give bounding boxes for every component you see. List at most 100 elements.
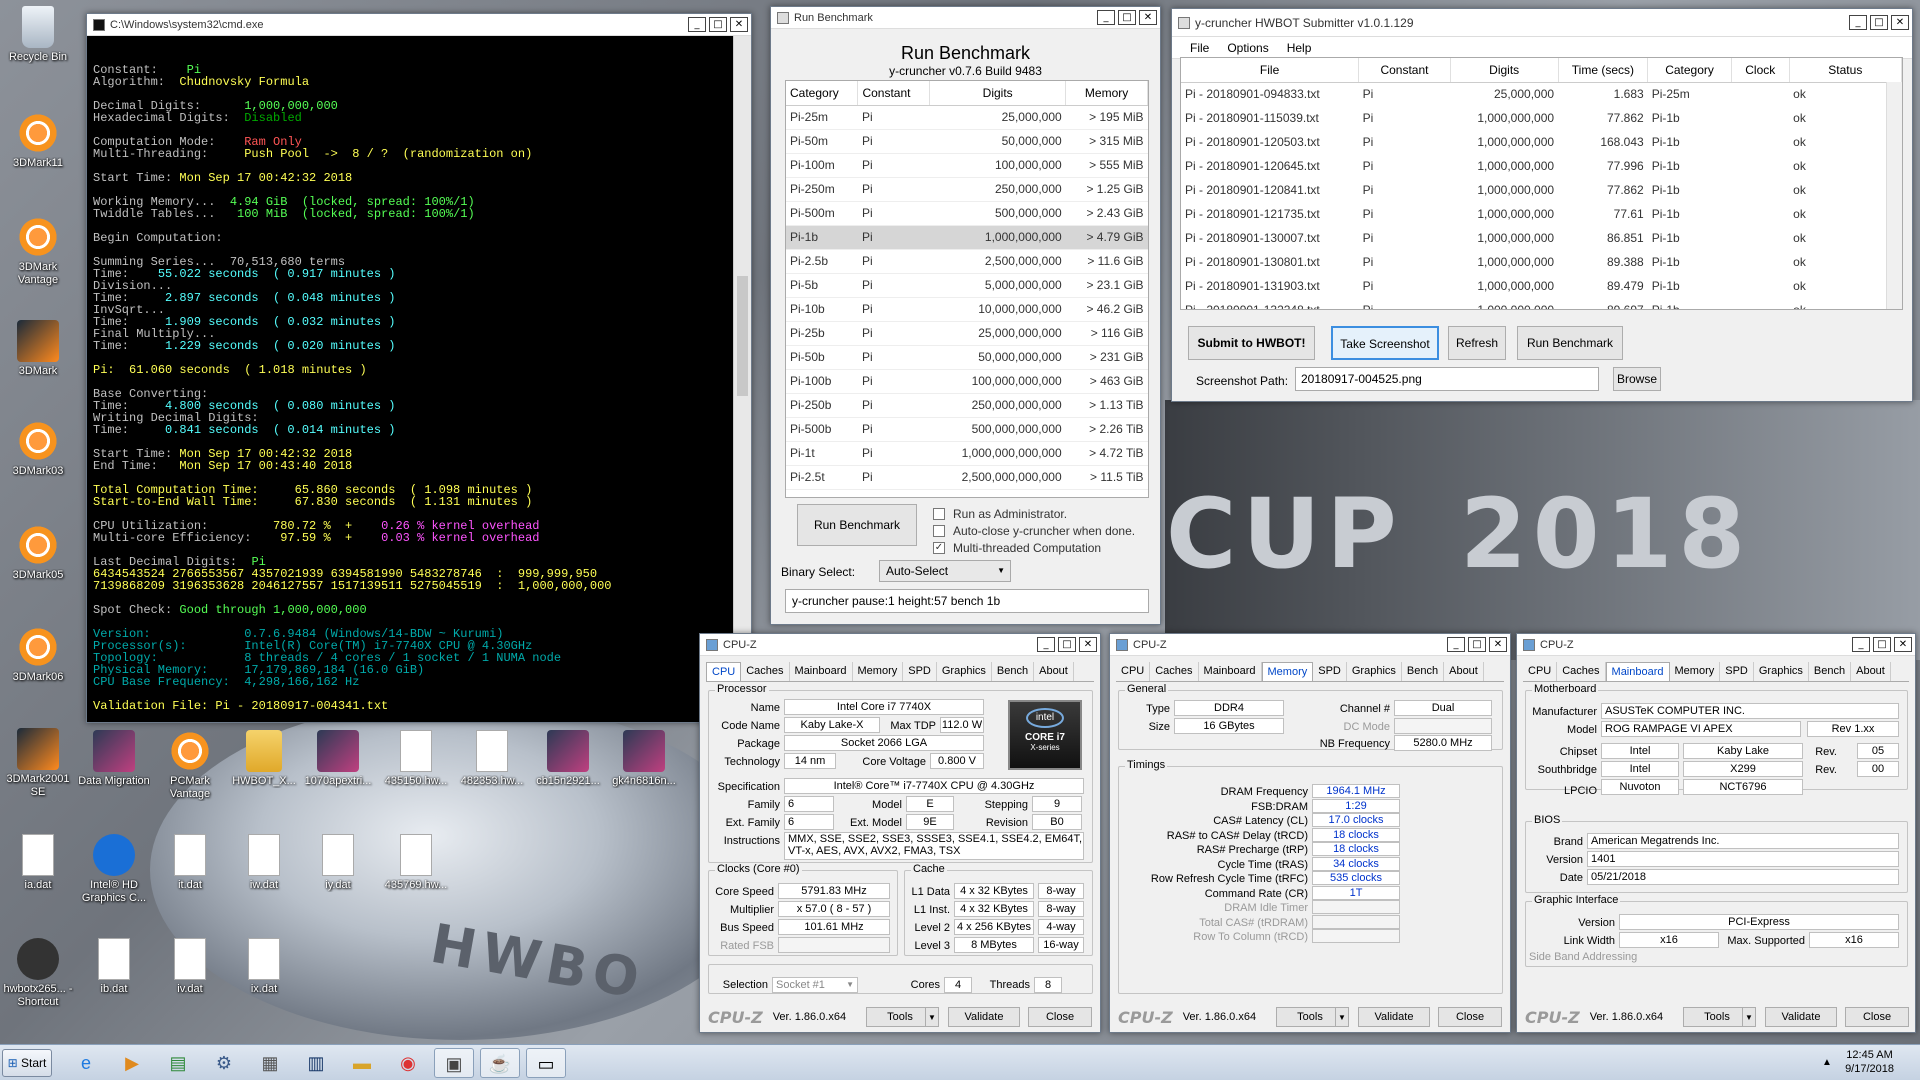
column-header[interactable]: Digits — [1450, 58, 1559, 83]
desktop-icon[interactable]: 435769.hw... — [380, 834, 452, 892]
cmd-window[interactable]: C:\Windows\system32\cmd.exe _ □ ✕ Consta… — [86, 13, 752, 723]
close-icon[interactable]: ✕ — [1891, 15, 1909, 30]
gear-icon[interactable]: ⚙ — [204, 1048, 244, 1078]
tab-cpu[interactable]: CPU — [706, 662, 742, 681]
desktop-icon[interactable]: HWBOT_X... — [228, 730, 300, 788]
close-button[interactable]: Close — [1845, 1007, 1909, 1027]
table-row[interactable]: Pi-10b Pi 10,000,000,000 > 46.2 GiB — [786, 297, 1148, 322]
run-benchmark-window[interactable]: Run Benchmark _ □ ✕ Run Benchmark y-crun… — [770, 6, 1161, 625]
take-screenshot-button[interactable]: Take Screenshot — [1331, 326, 1439, 360]
table-row[interactable]: Pi-100m Pi 100,000,000 > 555 MiB — [786, 153, 1148, 178]
column-header[interactable]: Constant — [1358, 58, 1451, 83]
cmd-scroll-thumb[interactable] — [737, 276, 748, 396]
run-as-admin-checkbox[interactable]: Run as Administrator. — [933, 507, 1067, 521]
tools-button[interactable]: Tools — [1683, 1007, 1751, 1027]
table-row[interactable]: Pi-250m Pi 250,000,000 > 1.25 GiB — [786, 177, 1148, 202]
column-header[interactable]: Constant — [857, 81, 931, 106]
desktop-icon[interactable]: 435150.hw... — [380, 730, 452, 788]
tab-bench[interactable]: Bench — [1809, 662, 1852, 681]
bench-titlebar[interactable]: Run Benchmark _ □ ✕ — [771, 7, 1160, 29]
cmd-titlebar[interactable]: C:\Windows\system32\cmd.exe _ □ ✕ — [87, 14, 751, 36]
table-row[interactable]: Pi-25m Pi 25,000,000 > 195 MiB — [786, 105, 1148, 130]
column-header[interactable]: Status — [1789, 58, 1902, 83]
desktop-icon[interactable]: PCMark Vantage — [154, 730, 226, 801]
tab-about[interactable]: About — [1851, 662, 1891, 681]
system-clock[interactable]: 12:45 AM 9/17/2018 — [1845, 1048, 1894, 1076]
desktop-icon[interactable]: hwbotx265... - Shortcut — [2, 938, 74, 1009]
multithreaded-checkbox[interactable]: ✓ Multi-threaded Computation — [933, 541, 1101, 555]
hardware-tool-icon[interactable]: ▥ — [296, 1048, 336, 1078]
checkbox-box[interactable] — [933, 525, 945, 537]
maximize-icon[interactable]: □ — [1870, 15, 1888, 30]
column-header[interactable]: Category — [786, 81, 859, 106]
table-row[interactable]: Pi - 20180901-121735.txt Pi 1,000,000,000 7… — [1181, 202, 1902, 226]
tab-caches[interactable]: Caches — [1557, 662, 1606, 681]
tab-bench[interactable]: Bench — [1402, 662, 1445, 681]
table-row[interactable]: Pi-500m Pi 500,000,000 > 2.43 GiB — [786, 201, 1148, 226]
submit-to-hwbot-button[interactable]: Submit to HWBOT! — [1188, 326, 1315, 360]
desktop-icon[interactable]: cb15n2921... — [532, 730, 604, 788]
tab-mainboard[interactable]: Mainboard — [1199, 662, 1262, 681]
auto-close-checkbox[interactable]: Auto-close y-cruncher when done. — [933, 524, 1135, 538]
desktop-icon[interactable]: 3DMark06 — [2, 626, 74, 684]
table-row[interactable]: Pi-1b Pi 1,000,000,000 > 4.79 GiB — [786, 225, 1148, 250]
column-header[interactable]: Memory — [1065, 81, 1148, 106]
tab-graphics[interactable]: Graphics — [1754, 662, 1809, 681]
submission-table[interactable]: File Constant Digits Time (secs) Category Clo… — [1180, 57, 1903, 310]
table-row[interactable]: Pi-50m Pi 50,000,000 > 315 MiB — [786, 129, 1148, 154]
tab-caches[interactable]: Caches — [1150, 662, 1199, 681]
tab-about[interactable]: About — [1034, 662, 1074, 681]
tools-dropdown-button[interactable]: ▼ — [925, 1007, 939, 1027]
column-header[interactable]: File — [1181, 58, 1360, 83]
refresh-button[interactable]: Refresh — [1448, 326, 1506, 360]
tab-graphics[interactable]: Graphics — [937, 662, 992, 681]
maximize-icon[interactable]: □ — [709, 17, 727, 32]
menu-item-file[interactable]: File — [1190, 41, 1209, 55]
cpuz-mainboard-window[interactable]: CPU-Z _ □ ✕ CPU Caches Mainboard Memory SPD G… — [1516, 633, 1916, 1033]
table-row[interactable]: Pi-100b Pi 100,000,000,000 > 463 GiB — [786, 369, 1148, 394]
minimize-icon[interactable]: _ — [1447, 637, 1465, 652]
minimize-icon[interactable]: _ — [1037, 637, 1055, 652]
desktop-icon[interactable]: iy.dat — [302, 834, 374, 892]
tab-mainboard[interactable]: Mainboard — [790, 662, 853, 681]
java-icon[interactable]: ☕ — [480, 1048, 520, 1078]
minimize-icon[interactable]: _ — [1849, 15, 1867, 30]
desktop-icon[interactable]: Recycle Bin — [2, 6, 74, 64]
cpuz-titlebar[interactable]: CPU-Z _ □ ✕ — [700, 634, 1100, 656]
table-scrollbar[interactable] — [1886, 82, 1902, 309]
validate-button[interactable]: Validate — [1358, 1007, 1430, 1027]
checkbox-box[interactable] — [933, 508, 945, 520]
column-header[interactable]: Digits — [929, 81, 1067, 106]
maximize-icon[interactable]: □ — [1468, 637, 1486, 652]
desktop-icon[interactable]: ix.dat — [228, 938, 300, 996]
submitter-titlebar[interactable]: y-cruncher HWBOT Submitter v1.0.1.129 _ … — [1172, 9, 1912, 37]
tab-graphics[interactable]: Graphics — [1347, 662, 1402, 681]
desktop-icon[interactable]: 3DMark11 — [2, 112, 74, 170]
tab-spd[interactable]: SPD — [1720, 662, 1754, 681]
table-row[interactable]: Pi - 20180901-094833.txt Pi 25,000,000 1.68… — [1181, 82, 1902, 106]
cpuz-titlebar[interactable]: CPU-Z _ □ ✕ — [1110, 634, 1510, 656]
table-row[interactable]: Pi-250b Pi 250,000,000,000 > 1.13 TiB — [786, 393, 1148, 418]
column-header[interactable]: Time (secs) — [1558, 58, 1649, 83]
menu-item-options[interactable]: Options — [1227, 41, 1268, 55]
tab-cpu[interactable]: CPU — [1116, 662, 1151, 681]
folder-icon[interactable]: ▬ — [342, 1048, 382, 1078]
table-row[interactable]: Pi - 20180901-115039.txt Pi 1,000,000,000 7… — [1181, 106, 1902, 130]
desktop-icon[interactable]: 3DMark05 — [2, 524, 74, 582]
tab-bench[interactable]: Bench — [992, 662, 1035, 681]
tab-mainboard[interactable]: Mainboard — [1605, 662, 1670, 681]
close-icon[interactable]: ✕ — [730, 17, 748, 32]
screenshot-path-input[interactable]: 20180917-004525.png — [1295, 367, 1599, 391]
tools-dropdown-button[interactable]: ▼ — [1742, 1007, 1756, 1027]
table-row[interactable]: Pi-500b Pi 500,000,000,000 > 2.26 TiB — [786, 417, 1148, 442]
desktop-icon[interactable]: iv.dat — [154, 938, 226, 996]
desktop-icon[interactable]: Data Migration — [78, 730, 150, 788]
minimize-icon[interactable]: _ — [1852, 637, 1870, 652]
command-line-field[interactable]: y-cruncher pause:1 height:57 bench 1b — [785, 589, 1149, 613]
desktop-icon[interactable]: 3DMark03 — [2, 420, 74, 478]
table-row[interactable]: Pi - 20180901-130007.txt Pi 1,000,000,000 8… — [1181, 226, 1902, 250]
desktop-icon[interactable]: it.dat — [154, 834, 226, 892]
internet-explorer-icon[interactable]: e — [66, 1048, 106, 1078]
desktop-icon[interactable]: ib.dat — [78, 938, 150, 996]
checkmark-icon[interactable]: ✓ — [933, 542, 945, 554]
